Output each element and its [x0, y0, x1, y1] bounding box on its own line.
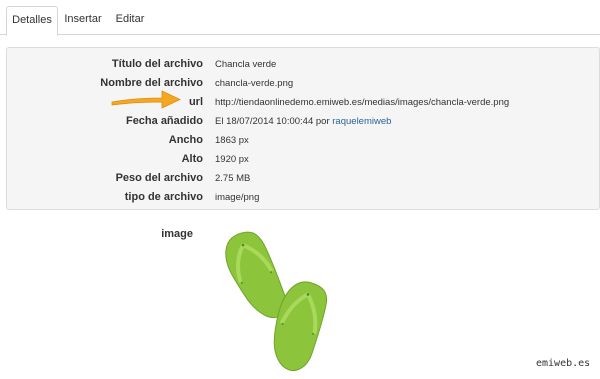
detail-row-filename: Nombre del archivo chancla-verde.png [7, 75, 600, 94]
detail-label: Peso del archivo [115, 172, 203, 184]
tab-insertar[interactable]: Insertar [60, 6, 106, 35]
flip-flops-image [225, 231, 328, 371]
date-text: El 18/07/2014 10:00:44 por [215, 116, 333, 127]
detail-value: chancla-verde.png [215, 78, 294, 89]
detail-label: url [188, 96, 203, 108]
detail-row-height: Alto 1920 px [7, 151, 600, 170]
detail-row-type: tipo de archivo image/png [7, 189, 600, 208]
uploader-link[interactable]: raquelemiweb [332, 116, 391, 127]
detail-label: Alto [181, 153, 203, 165]
detail-row-title: Título del archivo Chancla verde [7, 56, 600, 75]
detail-label: Ancho [168, 134, 203, 146]
detail-label: Fecha añadido [125, 115, 203, 127]
detail-value: Chancla verde [215, 59, 277, 70]
detail-value: 1863 px [215, 135, 249, 146]
file-details-panel: Título del archivo Chancla verde Nombre … [6, 47, 600, 210]
watermark: emiweb.es [536, 358, 591, 369]
url-value[interactable]: http://tiendaonlinedemo.emiweb.es/medias… [215, 97, 509, 108]
tab-detalles[interactable]: Detalles [6, 6, 58, 36]
image-label: image [161, 228, 193, 240]
detail-label: tipo de archivo [124, 191, 203, 203]
tab-bar: Detalles Insertar Editar [0, 0, 600, 36]
detail-row-url: url http://tiendaonlinedemo.emiweb.es/me… [7, 94, 600, 113]
detail-value: El 18/07/2014 10:00:44 por raquelemiweb [215, 116, 391, 127]
detail-value: 2.75 MB [215, 173, 251, 184]
detail-row-date-added: Fecha añadido El 18/07/2014 10:00:44 por… [7, 113, 600, 132]
tab-editar[interactable]: Editar [110, 6, 150, 35]
detail-label: Título del archivo [111, 58, 203, 70]
detail-value: 1920 px [215, 154, 249, 165]
detail-value: image/png [215, 192, 260, 203]
detail-row-width: Ancho 1863 px [7, 132, 600, 151]
detail-row-size: Peso del archivo 2.75 MB [7, 170, 600, 189]
arrow-right-icon [111, 90, 181, 109]
